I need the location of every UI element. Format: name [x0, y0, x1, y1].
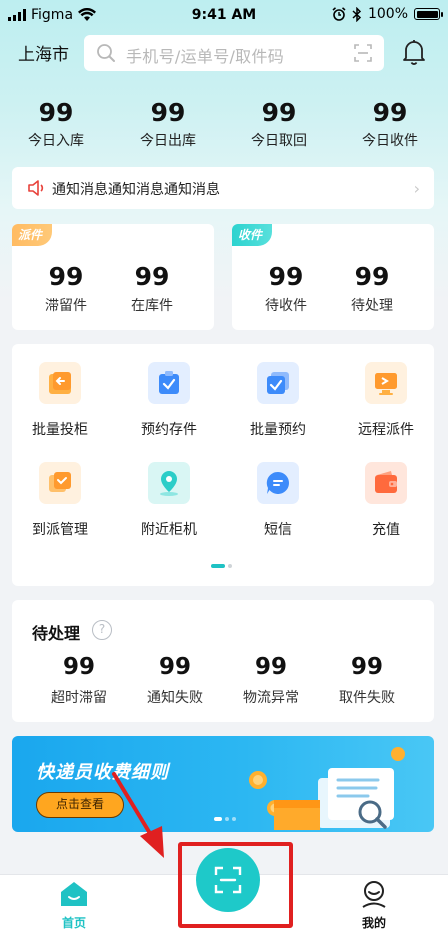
grid-page-indicator: [211, 564, 232, 568]
grid-item-remote-dispatch[interactable]: 远程派件: [331, 362, 441, 439]
scan-icon[interactable]: [354, 44, 372, 62]
stat-value: 99: [261, 98, 297, 127]
pending-value-pickup[interactable]: 99: [317, 654, 417, 680]
search-placeholder: 手机号/运单号/取件码: [126, 47, 285, 66]
user-icon: [362, 881, 386, 908]
bell-icon[interactable]: [402, 38, 426, 66]
grid-item-batch-reserve[interactable]: 批量预约: [223, 362, 333, 439]
stat-outbound[interactable]: 99 今日出库: [112, 98, 224, 150]
grid-item-recharge[interactable]: 充值: [331, 462, 441, 539]
highlight-box: [178, 842, 293, 928]
status-bar: Figma 9:41 AM 100%: [0, 0, 448, 32]
alarm-icon: [332, 7, 346, 21]
search-input[interactable]: 手机号/运单号/取件码: [84, 35, 384, 71]
stat-value: 99: [38, 98, 74, 127]
batch-reserve-icon: [257, 362, 299, 404]
grid-label: 远程派件: [358, 422, 414, 438]
tab-home[interactable]: 首页: [54, 880, 94, 931]
grid-label: 到派管理: [32, 522, 88, 538]
stat-retrieved[interactable]: 99 今日取回: [223, 98, 335, 150]
receive-label-process: 待处理: [351, 298, 393, 314]
grid-label: 预约存件: [141, 422, 197, 438]
tab-me[interactable]: 我的: [354, 880, 394, 931]
grid-label: 批量投柜: [32, 422, 88, 438]
banner-illustration: [249, 747, 405, 830]
cabinet-drop-icon: [39, 362, 81, 404]
pending-label-pickup: 取件失败: [339, 690, 395, 706]
grid-item-nearby-cabinet[interactable]: 附近柜机: [114, 462, 224, 539]
notice-bar[interactable]: 通知消息通知消息通知消息 ›: [12, 167, 434, 209]
stat-received[interactable]: 99 今日收件: [334, 98, 446, 150]
grid-item-sms[interactable]: 短信: [223, 462, 333, 539]
pending-value-timeout[interactable]: 99: [29, 654, 129, 680]
receive-value-process: 99: [354, 262, 390, 291]
receive-tag: 收件: [232, 224, 273, 246]
receive-label-pending: 待收件: [265, 298, 307, 314]
wallet-icon: [365, 462, 407, 504]
remote-dispatch-icon: [365, 362, 407, 404]
search-icon: [97, 44, 115, 62]
status-right: 100%: [332, 6, 443, 22]
dispatch-label-stranded: 滞留件: [45, 298, 87, 314]
receive-card[interactable]: 收件 99 待收件 99 待处理: [232, 224, 434, 330]
home-icon: [61, 882, 87, 906]
notice-text: 通知消息通知消息通知消息: [52, 182, 220, 198]
dispatch-tag: 派件: [12, 224, 53, 246]
grid-label: 附近柜机: [141, 522, 197, 538]
pending-title: 待处理: [32, 624, 81, 643]
dispatch-card[interactable]: 派件 99 滞留件 99 在库件: [12, 224, 214, 330]
tab-home-label: 首页: [61, 916, 86, 930]
location-pin-icon: [148, 462, 190, 504]
receive-value-pending: 99: [268, 262, 304, 291]
stat-inbound[interactable]: 99 今日入库: [0, 98, 112, 150]
grid-item-batch-drop[interactable]: 批量投柜: [5, 362, 115, 439]
stat-value: 99: [150, 98, 186, 127]
top-header: 上海市 手机号/运单号/取件码: [0, 32, 448, 74]
dispatch-value-instock: 99: [134, 262, 170, 291]
pending-label-logistics: 物流异常: [243, 690, 299, 706]
banner-page-indicator: [214, 817, 236, 821]
dispatch-value-stranded: 99: [48, 262, 84, 291]
pending-label-notify: 通知失败: [147, 690, 203, 706]
arrival-manage-icon: [39, 462, 81, 504]
battery-icon: [414, 8, 443, 20]
pending-value-logistics[interactable]: 99: [221, 654, 321, 680]
help-icon[interactable]: ?: [92, 620, 112, 640]
speaker-icon: [28, 180, 44, 196]
grid-label: 充值: [372, 522, 400, 538]
pending-label-timeout: 超时滞留: [51, 690, 107, 706]
dispatch-label-instock: 在库件: [131, 298, 173, 314]
grid-label: 批量预约: [250, 422, 306, 438]
stat-label: 今日出库: [140, 133, 196, 149]
grid-item-reserve-store[interactable]: 预约存件: [114, 362, 224, 439]
stat-label: 今日收件: [362, 133, 418, 149]
bluetooth-icon: [352, 6, 362, 22]
annotation-arrow: [112, 772, 164, 858]
pending-value-notify[interactable]: 99: [125, 654, 225, 680]
stat-label: 今日入库: [28, 133, 84, 149]
sms-icon: [257, 462, 299, 504]
tab-me-label: 我的: [361, 916, 386, 930]
grid-item-arrival-manage[interactable]: 到派管理: [5, 462, 115, 539]
city-selector[interactable]: 上海市: [18, 40, 69, 65]
stat-label: 今日取回: [251, 133, 307, 149]
chevron-right-icon: ›: [413, 179, 420, 198]
stat-value: 99: [372, 98, 408, 127]
battery-percent: 100%: [367, 6, 408, 22]
reserve-store-icon: [148, 362, 190, 404]
grid-label: 短信: [264, 522, 292, 538]
